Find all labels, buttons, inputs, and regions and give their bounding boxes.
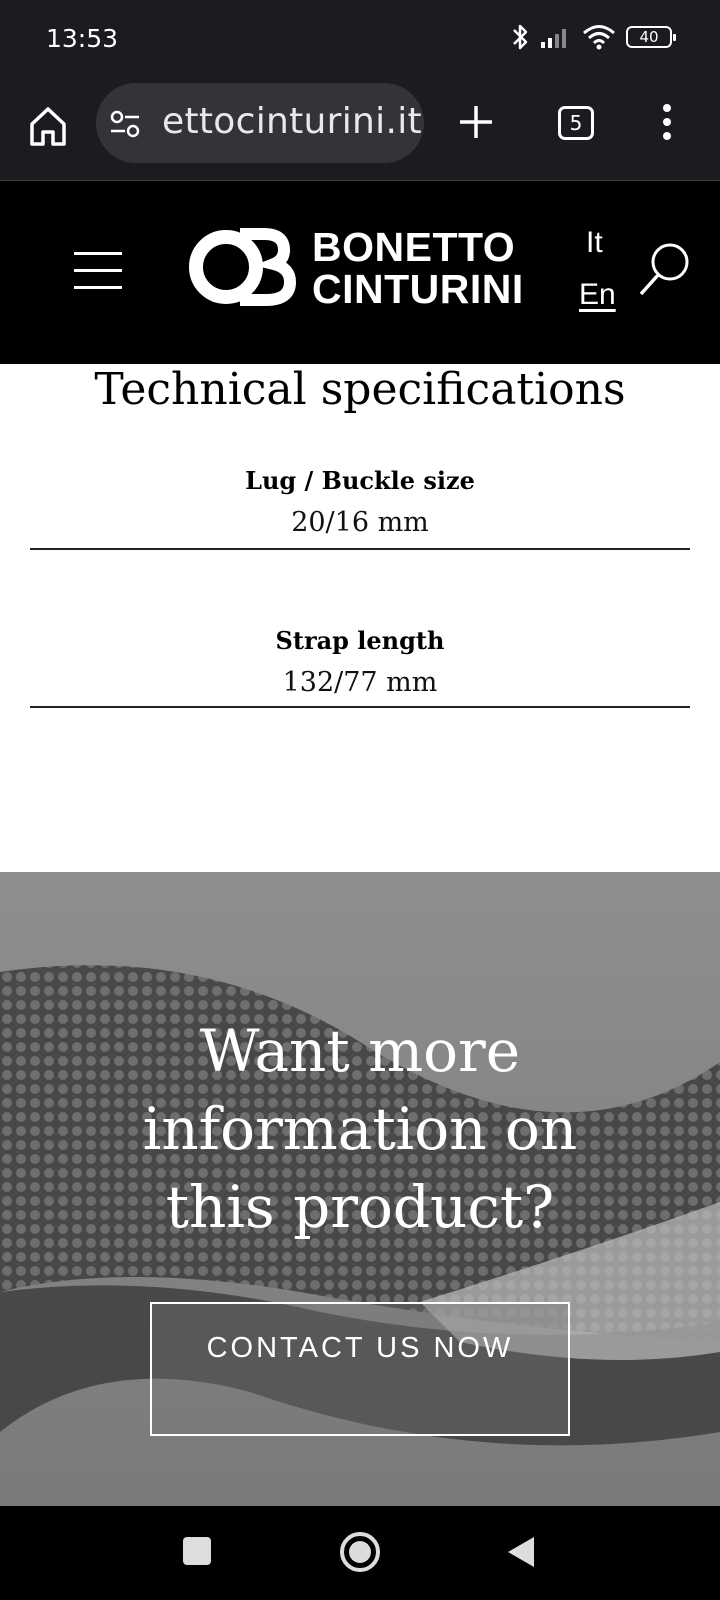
search-icon[interactable] [636,240,692,298]
site-logo[interactable]: BONETTO CINTURINI [186,226,536,316]
status-bar: 13:53 40 [0,0,720,78]
hamburger-icon[interactable] [74,252,122,290]
site-settings-icon[interactable] [110,109,140,139]
spec-row: Lug / Buckle size 20/16 mm [30,466,690,550]
browser-toolbar: ettocinturini.it 5 [0,78,720,181]
more-vert-icon[interactable] [660,102,674,142]
url-text: ettocinturini.it [162,101,422,142]
specs-section: Technical specifications Lug / Buckle si… [0,364,720,872]
spec-row: Strap length 132/77 mm [30,626,690,708]
status-icons: 40 [510,22,676,52]
plus-icon[interactable] [456,102,496,142]
bluetooth-icon [513,24,528,50]
spec-label: Lug / Buckle size [245,466,475,495]
contact-banner: Want more information on this product? C… [0,872,720,1506]
navigation-bar [0,1506,720,1600]
home-icon[interactable] [28,104,68,148]
language-it-link[interactable]: It [586,226,603,260]
language-en-link[interactable]: En [579,278,616,312]
back-icon[interactable] [504,1534,538,1570]
recents-icon[interactable] [180,1534,214,1568]
home-circle-icon[interactable] [338,1530,382,1574]
signal-icon [541,29,566,48]
spec-value: 20/16 mm [291,507,429,538]
spec-label: Strap length [275,626,445,655]
spec-value: 132/77 mm [282,667,438,698]
specs-title: Technical specifications [94,364,626,415]
wifi-icon [583,25,615,50]
logo-mark [189,228,296,306]
battery-indicator: 40 [626,26,676,48]
site-header: BONETTO CINTURINI It En [0,182,720,364]
status-time: 13:53 [46,24,119,53]
banner-title: Want more information on this product? [142,1017,578,1241]
tabs-button[interactable]: 5 [558,106,594,140]
logo-text: BONETTO CINTURINI [312,224,524,312]
contact-us-button[interactable]: CONTACT US NOW [150,1302,570,1436]
address-bar[interactable]: ettocinturini.it [96,83,424,163]
